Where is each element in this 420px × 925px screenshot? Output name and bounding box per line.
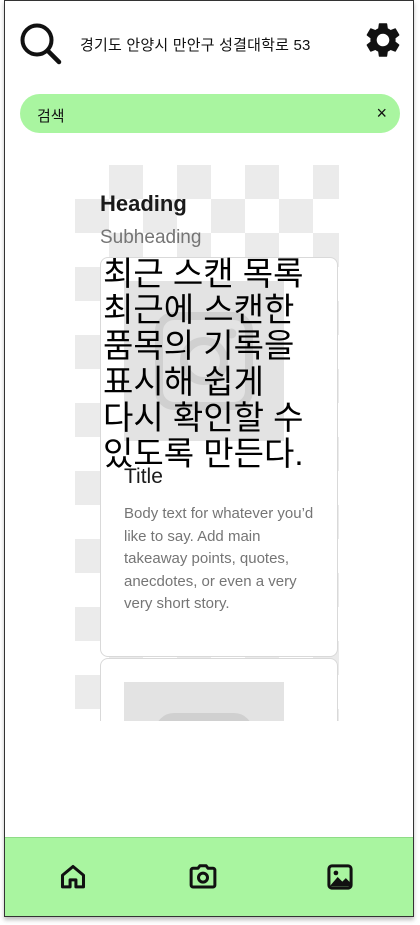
camera-icon[interactable] <box>186 860 220 894</box>
app-frame: 경기도 안양시 만안구 성결대학로 53 검색 × Heading Subhea… <box>4 0 414 917</box>
search-bar-label: 검색 <box>37 108 65 125</box>
recent-scans-panel: Heading Subheading Title Body text for w… <box>75 165 339 721</box>
search-bar[interactable]: 검색 × <box>20 94 400 133</box>
card-body: Body text for whatever you’d like to say… <box>124 505 314 612</box>
address-text: 경기도 안양시 만안구 성결대학로 53 <box>80 37 311 54</box>
gear-icon[interactable] <box>362 19 404 61</box>
image-placeholder-icon <box>124 682 284 721</box>
search-icon[interactable] <box>19 22 63 66</box>
section-heading: Heading <box>100 191 187 216</box>
section-subheading: Subheading <box>100 227 202 248</box>
home-icon[interactable] <box>56 860 90 894</box>
close-icon[interactable]: × <box>376 102 387 124</box>
gallery-icon[interactable] <box>323 860 357 894</box>
scan-card[interactable] <box>100 658 338 721</box>
recent-scans-description: 최근 스캔 목록 최근에 스캔한 품목의 기록을 표시해 쉽게 다시 확인할 수… <box>103 255 304 472</box>
bottom-nav <box>5 837 413 916</box>
header: 경기도 안양시 만안구 성결대학로 53 <box>5 1 413 85</box>
